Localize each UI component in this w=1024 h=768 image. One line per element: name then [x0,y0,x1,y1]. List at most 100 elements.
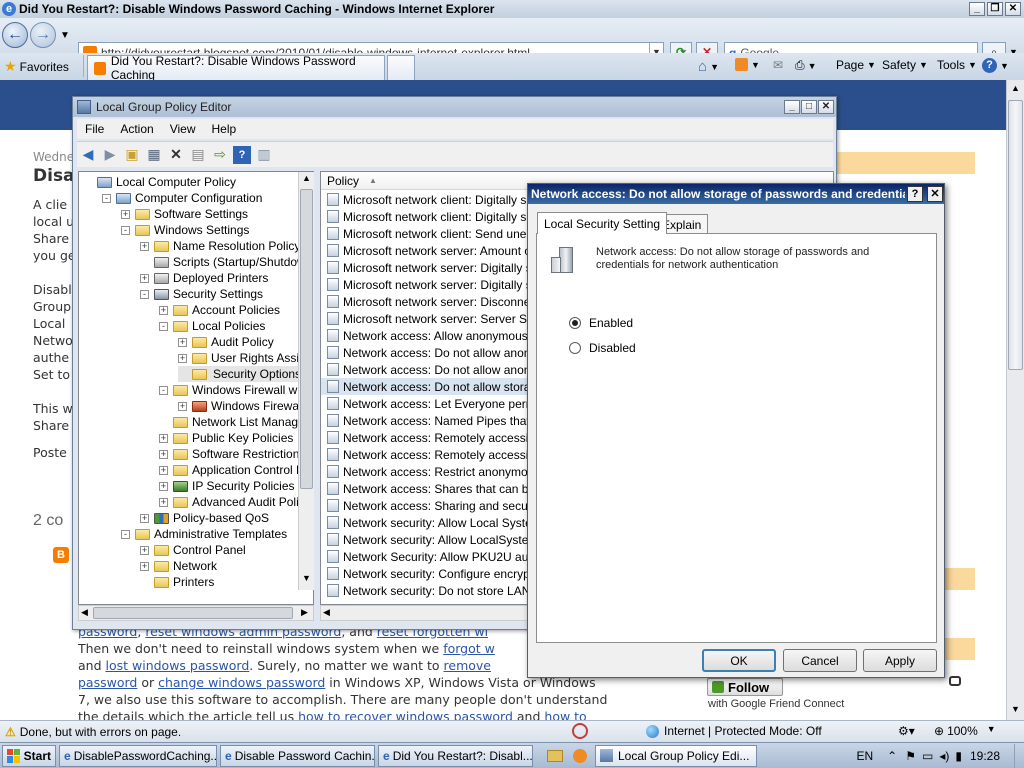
blog-link[interactable]: remove [444,658,491,673]
policy-row[interactable]: Microsoft network server: Server SPN [321,310,544,327]
policy-row[interactable]: Network security: Allow LocalSystem N [321,531,550,548]
feeds-button[interactable]: ▼ [735,58,760,71]
properties-icon[interactable]: ▤ [189,146,207,164]
tree-node[interactable]: + Deployed Printers [140,270,268,286]
new-tab-button[interactable] [387,55,415,80]
clock[interactable]: 19:28 [970,749,1000,763]
tree-node[interactable]: - Computer Configuration [102,190,262,206]
policy-row[interactable]: Microsoft network client: Digitally sign [321,191,542,208]
scroll-up-arrow-icon[interactable]: ▲ [1008,81,1023,96]
expand-icon[interactable]: + [178,401,187,411]
collapse-icon[interactable]: - [140,289,149,299]
expand-icon[interactable]: + [159,305,168,315]
scroll-down-arrow-icon[interactable]: ▼ [300,573,313,587]
expand-icon[interactable]: + [159,465,168,475]
tree-scroll-thumb[interactable] [300,189,313,489]
tree-scrollbar[interactable]: ▲ ▼ [298,172,314,590]
safety-menu[interactable]: Safety ▼ [882,58,928,72]
tree-node[interactable]: + Advanced Audit Policy Co [159,494,313,510]
enabled-option[interactable]: Enabled [569,316,633,330]
help-icon[interactable]: ? [233,145,251,164]
policy-row[interactable]: Microsoft network client: Digitally sign [321,208,542,225]
dialog-help-button[interactable]: ? [907,186,923,202]
tree-node[interactable]: + Audit Policy [178,334,274,350]
policy-row[interactable]: Microsoft network server: Disconnect c [321,293,549,310]
expand-icon[interactable]: + [159,497,168,507]
recent-pages-dropdown[interactable]: ▼ [60,30,70,41]
expand-icon[interactable]: + [178,353,187,363]
back-button[interactable]: ← [2,22,28,48]
tree-node[interactable]: - Windows Settings [121,222,249,238]
scroll-left-arrow-icon[interactable]: ◀ [323,607,330,618]
filter-icon[interactable]: ▥ [255,146,273,164]
collapse-icon[interactable]: - [159,385,168,395]
delete-icon[interactable]: ✕ [167,146,185,164]
policy-row[interactable]: Network access: Sharing and security [321,497,544,514]
tree-node[interactable]: - Security Settings [140,286,263,302]
tree-hscroll-thumb[interactable] [93,607,293,619]
expand-icon[interactable]: + [140,513,149,523]
disabled-option[interactable]: Disabled [569,341,636,355]
action-center-flag-icon[interactable]: ⚑ [905,749,916,763]
export-list-icon[interactable]: ⇨ [211,146,229,164]
tree-node[interactable]: Network List Manager Pol [159,414,313,430]
tree-node[interactable]: +Windows Firewall with [178,398,313,414]
policy-row[interactable]: Network access: Restrict anonymous a [321,463,550,480]
policy-row[interactable]: Network security: Configure encryptio [321,565,542,582]
page-menu[interactable]: Page ▼ [836,58,876,72]
forward-arrow-icon[interactable]: ▶ [101,146,119,164]
expand-icon[interactable]: + [140,241,149,251]
print-button[interactable]: ⎙ ▼ [795,58,817,73]
page-scroll-thumb[interactable] [1008,100,1023,370]
popup-blocked-icon[interactable] [572,723,588,739]
apply-button[interactable]: Apply [863,649,937,672]
blog-link[interactable]: forgot w [443,641,495,656]
show-hide-tree-icon[interactable]: ▦ [145,146,163,164]
tree-node[interactable]: + Software Restriction Polic [159,446,313,462]
forward-button[interactable]: → [30,22,56,48]
favorites-button[interactable]: ★ Favorites [4,58,69,75]
explorer-quicklaunch-icon[interactable] [547,749,563,762]
gpe-close-button[interactable]: ✕ [818,100,834,114]
home-button[interactable]: ⌂ ▼ [698,58,719,75]
tree-node[interactable]: Printers [140,574,214,590]
collapse-icon[interactable]: - [121,529,130,539]
blog-link[interactable]: how to recover windows password [298,709,513,720]
media-player-quicklaunch-icon[interactable] [573,748,587,763]
tree-node[interactable]: + Account Policies [159,302,280,318]
ie-active-tab[interactable]: Did You Restart?: Disable Windows Passwo… [87,54,385,82]
follow-button[interactable]: Follow [707,678,783,696]
cancel-button[interactable]: Cancel [783,649,857,672]
tree-node[interactable]: + Software Settings [121,206,248,222]
disabled-radio[interactable] [569,342,581,354]
blog-link[interactable]: change windows password [158,675,325,690]
expand-icon[interactable]: + [140,545,149,555]
taskbar-ie-window-3[interactable]: e Did You Restart?: Disabl... [378,744,533,767]
tree-node[interactable]: +User Rights Assignme [178,350,313,366]
scroll-up-arrow-icon[interactable]: ▲ [300,173,313,187]
taskbar-ie-window-1[interactable]: e DisablePasswordCaching... [59,744,217,767]
policy-row[interactable]: Microsoft network server: Digitally sign [321,276,548,293]
expand-icon[interactable]: + [140,273,149,283]
policy-row[interactable]: Network access: Remotely accessible r [321,446,552,463]
tree-node[interactable]: + Name Resolution Policy [140,238,300,254]
policy-row[interactable]: Network access: Named Pipes that can [321,412,552,429]
expand-icon[interactable]: + [178,337,187,347]
collapse-icon[interactable]: - [159,321,168,331]
expand-icon[interactable]: + [159,433,168,443]
tree-node[interactable]: Security Options [178,366,304,382]
expand-icon[interactable]: + [121,209,130,219]
policy-row[interactable]: Network access: Do not allow storage [321,378,544,395]
warning-icon[interactable]: ⚠ [5,725,16,739]
ok-button[interactable]: OK [702,649,776,672]
blog-link[interactable]: password [78,675,137,690]
tab-local-security-setting[interactable]: Local Security Setting [537,212,668,234]
read-mail-button[interactable]: ✉ [773,58,783,72]
blog-link[interactable]: how to [544,709,586,720]
enabled-radio[interactable] [569,317,581,329]
menu-file[interactable]: File [85,122,104,136]
show-hidden-icons[interactable]: ⌃ [887,749,897,763]
expand-icon[interactable]: + [159,481,168,491]
policy-row[interactable]: Network access: Remotely accessible r [321,429,552,446]
zoom-control[interactable]: ⊕ 100% ▼ [934,724,996,738]
